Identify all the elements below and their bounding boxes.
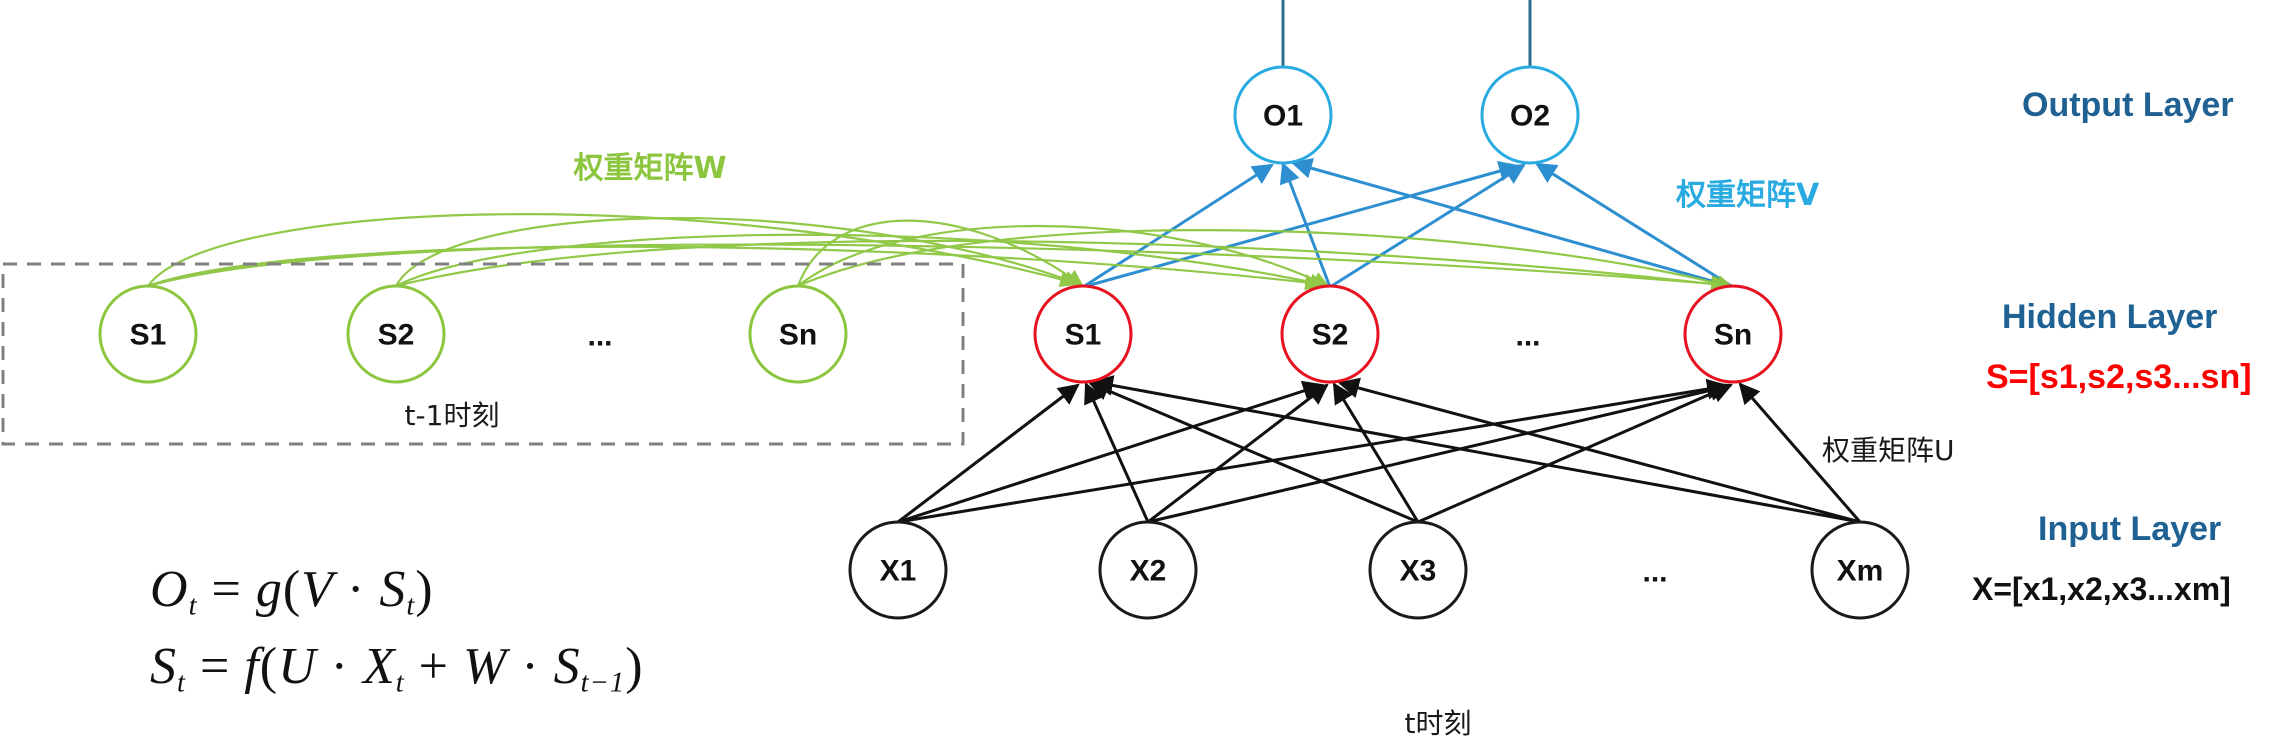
output-node-o1[interactable]: O1 — [1233, 65, 1333, 165]
formula-s-dot-1: · — [330, 637, 349, 695]
formula-v-symbol: V — [301, 561, 333, 618]
formula-output-equation: Ot = g(V · St) — [150, 560, 644, 623]
formula-s-subscript-2: t — [177, 667, 186, 699]
formula-u-symbol: U — [278, 637, 317, 695]
input-node-x1-label: X1 — [880, 555, 917, 588]
formula-s-subscript-1: t — [406, 590, 416, 622]
prev-hidden-node-sn-label: Sn — [779, 319, 817, 352]
hidden-node-s1-label: S1 — [1065, 319, 1102, 352]
hidden-node-sn-label: Sn — [1714, 319, 1752, 352]
formula-block: Ot = g(V · St) St = f(U · Xt + W · St−1) — [150, 560, 644, 713]
weight-u-label: 权重矩阵U — [1822, 434, 1955, 467]
formula-w-symbol: W — [463, 637, 508, 695]
formula-s-symbol-3: S — [553, 637, 581, 695]
input-node-xm-label: Xm — [1837, 555, 1884, 588]
prev-hidden-node-s2[interactable]: S2 — [346, 284, 446, 384]
input-layer-ellipsis: ... — [1642, 556, 1667, 589]
input-layer-vector: X=[x1,x2,x3...xm] — [1972, 571, 2231, 607]
input-node-xm[interactable]: Xm — [1810, 520, 1910, 620]
output-node-o2-label: O2 — [1510, 100, 1550, 133]
hidden-layer-ellipsis: ... — [1515, 320, 1540, 353]
formula-x-subscript: t — [395, 667, 405, 699]
weight-v-label: 权重矩阵V — [1675, 178, 1820, 213]
output-node-o1-label: O1 — [1263, 100, 1303, 133]
formula-o-open-paren: ( — [282, 561, 302, 618]
formula-s-dot-2: · — [521, 637, 540, 695]
formula-s-symbol-1: S — [379, 561, 407, 618]
previous-timestep-label: t-1时刻 — [405, 399, 500, 432]
input-node-x2[interactable]: X2 — [1098, 520, 1198, 620]
prev-hidden-node-sn[interactable]: Sn — [748, 284, 848, 384]
input-node-x3[interactable]: X3 — [1368, 520, 1468, 620]
formula-s-close-paren: ) — [625, 637, 644, 695]
prev-hidden-node-s1[interactable]: S1 — [98, 284, 198, 384]
formula-g-fn: g — [255, 561, 283, 618]
formula-o-close-paren: ) — [415, 561, 434, 618]
formula-s-subscript-3: t−1 — [580, 667, 626, 699]
formula-s-equals: = — [199, 637, 231, 695]
formula-s-open-paren: ( — [259, 637, 279, 695]
prev-hidden-node-s2-label: S2 — [378, 319, 415, 352]
current-timestep-label: t时刻 — [1405, 707, 1472, 740]
hidden-node-sn[interactable]: Sn — [1683, 284, 1783, 384]
output-node-o2[interactable]: O2 — [1480, 65, 1580, 165]
input-node-x3-label: X3 — [1400, 555, 1437, 588]
formula-s-plus: + — [418, 637, 449, 695]
formula-f-fn: f — [244, 637, 260, 695]
hidden-layer-side-label: Hidden Layer — [2002, 298, 2217, 336]
prev-hidden-node-s1-label: S1 — [130, 319, 167, 352]
weight-w-label: 权重矩阵W — [572, 151, 726, 186]
formula-o-equals: = — [211, 561, 242, 618]
input-layer-side-label: Input Layer — [2038, 510, 2221, 548]
prev-hidden-ellipsis: ... — [587, 320, 612, 353]
hidden-node-s2-label: S2 — [1312, 319, 1349, 352]
hidden-layer-vector: S=[s1,s2,s3...sn] — [1986, 358, 2252, 396]
formula-o-dot: · — [347, 561, 366, 618]
hidden-node-s1[interactable]: S1 — [1033, 284, 1133, 384]
formula-s-symbol-2: S — [150, 637, 177, 695]
formula-state-equation: St = f(U · Xt + W · St−1) — [150, 637, 644, 700]
hidden-node-s2[interactable]: S2 — [1280, 284, 1380, 384]
formula-o-subscript: t — [188, 590, 198, 622]
output-layer-side-label: Output Layer — [2022, 86, 2234, 124]
input-node-x2-label: X2 — [1130, 555, 1167, 588]
formula-o-symbol: O — [150, 561, 189, 618]
rnn-diagram-canvas: O1 O2 S1 S2 Sn ... X1 X2 X3 Xm ... S1 S2… — [0, 0, 2292, 748]
formula-x-symbol: X — [362, 637, 396, 695]
input-node-x1[interactable]: X1 — [848, 520, 948, 620]
